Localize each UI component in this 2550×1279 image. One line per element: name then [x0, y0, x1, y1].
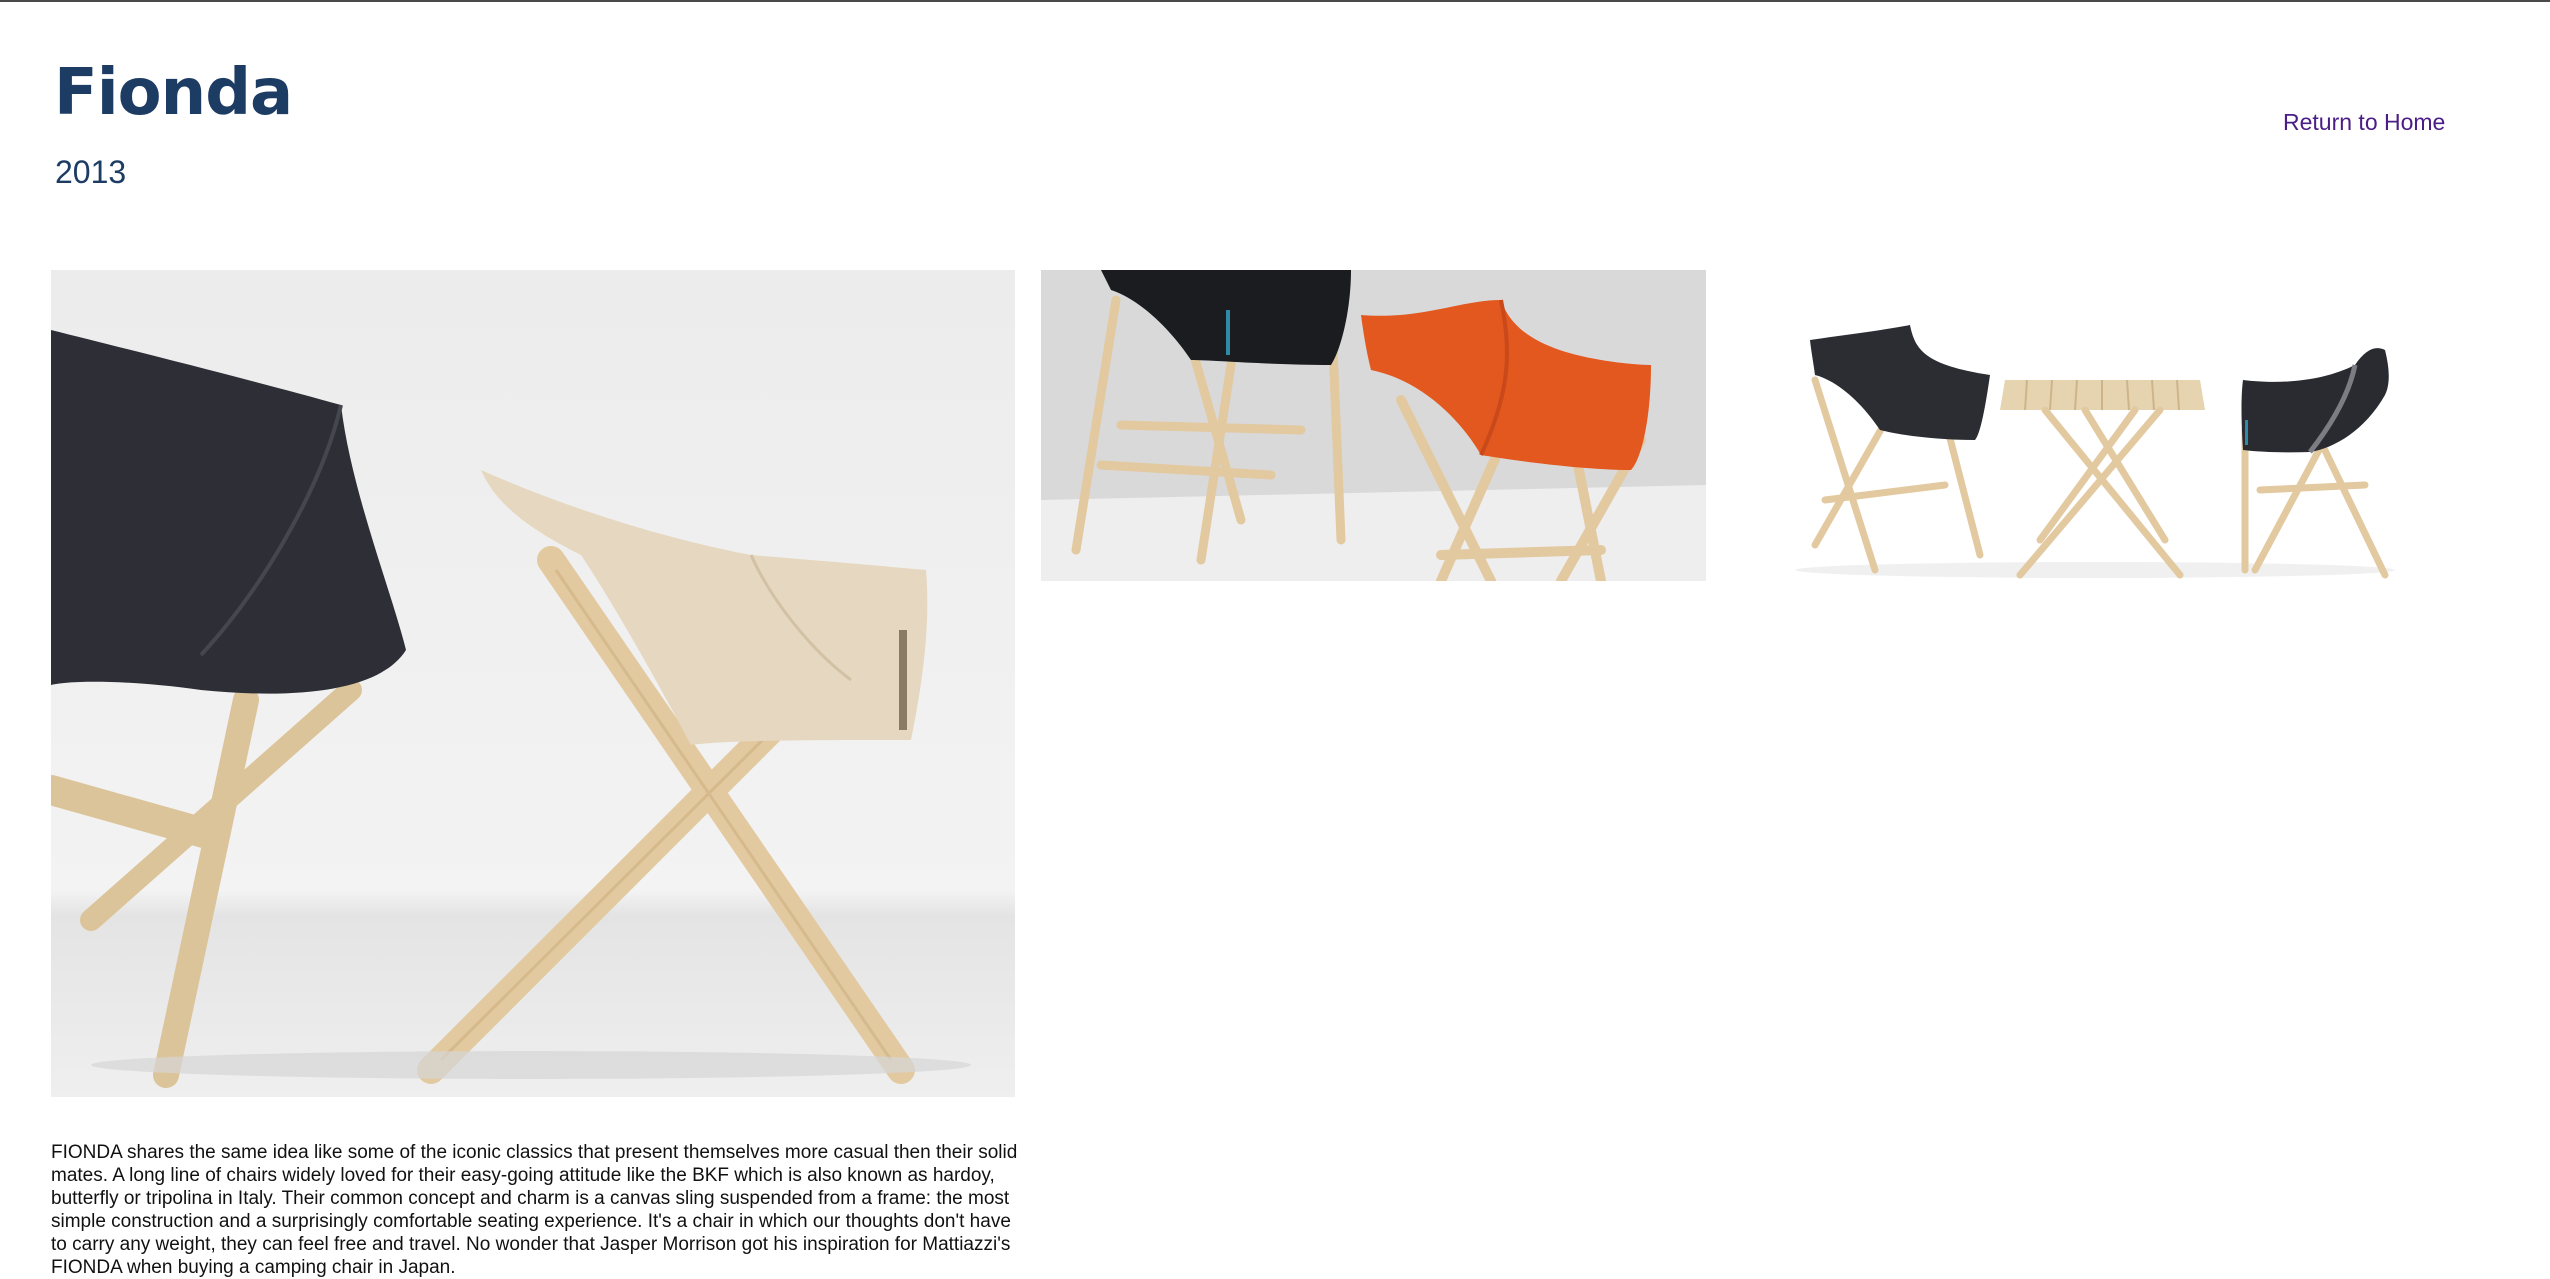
gallery-image-chairs-and-table[interactable]	[1765, 270, 2430, 581]
top-rule	[0, 0, 2550, 2]
gallery-image-black-orange-chairs[interactable]	[1041, 270, 1706, 581]
gallery-image-closeup[interactable]	[51, 270, 1015, 1097]
page-title: Fionda	[54, 56, 293, 130]
project-year: 2013	[55, 154, 127, 190]
return-home-link[interactable]: Return to Home	[2283, 109, 2445, 136]
project-description: FIONDA shares the same idea like some of…	[51, 1142, 1018, 1278]
